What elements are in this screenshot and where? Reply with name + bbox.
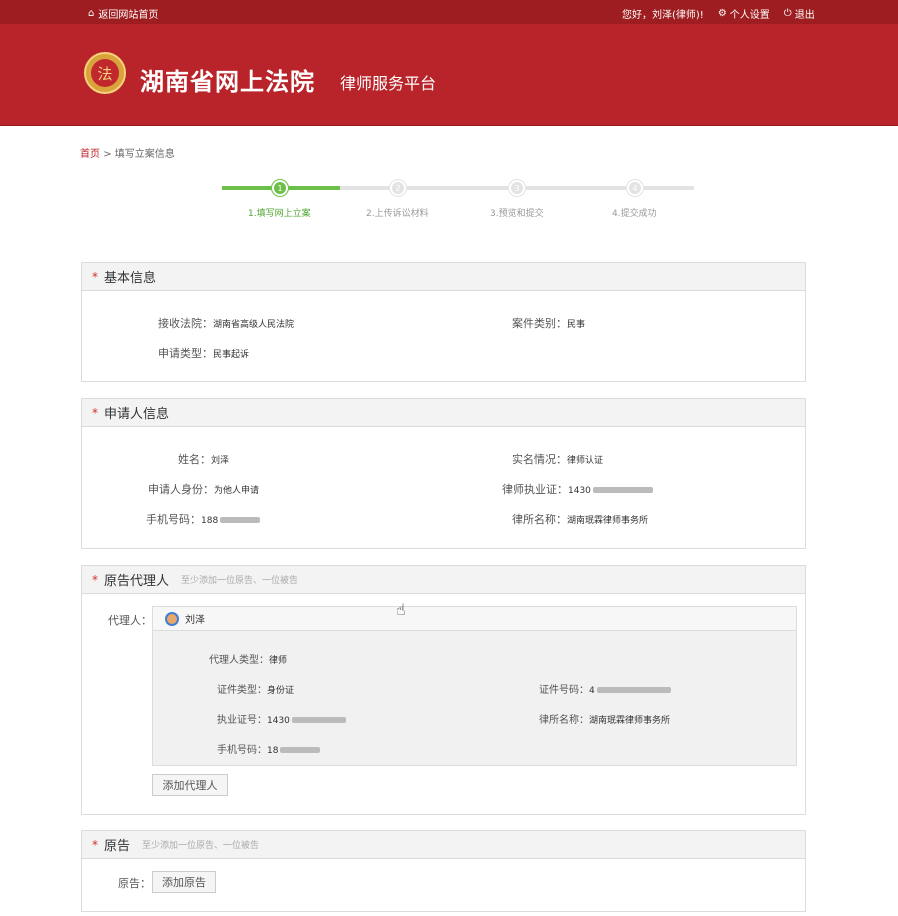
step-label-2: 2.上传诉讼材料 <box>366 209 429 219</box>
required-star: * <box>92 572 98 587</box>
agent-phone-field: 手机号码：18 <box>217 741 321 756</box>
step-label-1: 1.填写网上立案 <box>248 209 311 219</box>
progress-steps: 1 2 3 4 1.填写网上立案 2.上传诉讼材料 3.预览和提交 4.提交成功 <box>222 180 694 220</box>
step-dot-1: 1 <box>272 180 288 196</box>
step-dot-2: 2 <box>390 180 406 196</box>
required-star: * <box>92 405 98 420</box>
redacted-mark <box>280 747 321 753</box>
step-label-4: 4.提交成功 <box>612 209 657 219</box>
agent-type-field: 代理人类型：律师 <box>209 655 288 666</box>
logout-label: 退出 <box>794 10 815 21</box>
add-agent-button[interactable]: 添加代理人 <box>152 774 228 796</box>
license-field: 律师执业证：1430 <box>502 481 653 497</box>
home-icon: ⌂ <box>88 8 95 19</box>
home-link-label: 返回网站首页 <box>98 10 159 21</box>
panel-hint: 至少添加一位原告、一位被告 <box>142 841 260 851</box>
settings-label: 个人设置 <box>729 10 770 21</box>
top-bar: ⌂ 返回网站首页 您好，刘泽(律师)! ⚙ 个人设置 ⏻ 退出 <box>0 0 898 24</box>
court-field: 接收法院：湖南省高级人民法院 <box>158 317 295 330</box>
breadcrumb-current: 填写立案信息 <box>114 149 175 160</box>
power-icon: ⏻ <box>783 8 792 19</box>
redacted-mark <box>291 717 346 723</box>
hand-cursor-icon: ☝ <box>396 600 406 619</box>
apply-type-field: 申请类型：民事起诉 <box>158 347 250 360</box>
breadcrumb-separator: > <box>103 149 112 160</box>
add-plaintiff-button[interactable]: 添加原告 <box>152 871 216 893</box>
court-value: 湖南省高级人民法院 <box>213 320 295 330</box>
agent-card: 刘泽 代理人类型：律师 证件类型：身份证 证件号码：4 执业证号：1430 律所… <box>152 606 797 766</box>
step-dot-4: 4 <box>627 180 643 196</box>
agent-name: 刘泽 <box>185 615 205 626</box>
agent-label: 代理人： <box>108 614 152 627</box>
step-dot-3: 3 <box>509 180 525 196</box>
breadcrumb: 首页 > 填写立案信息 <box>80 145 175 160</box>
identity-value: 为他人申请 <box>214 486 260 496</box>
cert-no-field: 证件号码：4 <box>539 681 671 696</box>
category-field: 案件类别：民事 <box>512 317 586 330</box>
agent-panel: * 原告代理人 至少添加一位原告、一位被告 代理人： 刘泽 代理人类型：律师 证件类… <box>81 565 806 815</box>
phone-field: 手机号码：188 <box>146 511 261 527</box>
required-star: * <box>92 837 98 852</box>
breadcrumb-home-link[interactable]: 首页 <box>80 149 100 160</box>
step-label-3: 3.预览和提交 <box>490 209 544 219</box>
plaintiff-panel: * 原告 至少添加一位原告、一位被告 原告： 添加原告 <box>81 830 806 912</box>
agent-firm-field: 律所名称：湖南珉霖律师事务所 <box>539 715 671 726</box>
name-field: 姓名：刘泽 <box>178 453 230 466</box>
panel-hint: 至少添加一位原告、一位被告 <box>181 576 299 586</box>
cert-type-field: 证件类型：身份证 <box>217 685 295 696</box>
redacted-mark <box>596 687 671 693</box>
site-title: 湖南省网上法院 <box>140 68 315 96</box>
realname-field: 实名情况：律师认证 <box>512 453 604 466</box>
firm-field: 律所名称：湖南珉霖律师事务所 <box>512 513 649 526</box>
home-link[interactable]: ⌂ 返回网站首页 <box>88 6 158 21</box>
applicant-info-panel: * 申请人信息 姓名：刘泽 实名情况：律师认证 申请人身份：为他人申请 律师执业证… <box>81 398 806 549</box>
required-star: * <box>92 269 98 284</box>
license-value: 1430 <box>568 486 591 496</box>
name-value: 刘泽 <box>211 456 230 466</box>
category-value: 民事 <box>567 320 586 330</box>
greeting-text: 您好，刘泽(律师)! <box>622 10 704 21</box>
redacted-mark <box>220 517 261 523</box>
firm-value: 湖南珉霖律师事务所 <box>567 516 649 526</box>
plaintiff-label: 原告： <box>118 877 151 890</box>
apply-type-value: 民事起诉 <box>213 350 250 360</box>
site-header <box>0 24 898 126</box>
practice-field: 执业证号：1430 <box>217 711 346 726</box>
panel-title: 原告 <box>104 839 131 854</box>
realname-value: 律师认证 <box>567 456 604 466</box>
site-subtitle: 律师服务平台 <box>340 74 437 93</box>
logout-link[interactable]: ⏻ 退出 <box>784 6 815 21</box>
avatar-icon <box>165 611 179 626</box>
gear-icon: ⚙ <box>717 8 727 19</box>
agent-card-header[interactable]: 刘泽 <box>153 607 796 631</box>
phone-value: 188 <box>201 516 219 526</box>
identity-field: 申请人身份：为他人申请 <box>148 483 260 496</box>
panel-title: 基本信息 <box>104 271 157 286</box>
panel-title: 申请人信息 <box>104 407 170 422</box>
court-emblem-logo: 法 <box>84 52 126 94</box>
basic-info-panel: * 基本信息 接收法院：湖南省高级人民法院 案件类别：民事 申请类型：民事起诉 <box>81 262 806 382</box>
redacted-mark <box>592 487 653 493</box>
panel-title: 原告代理人 <box>104 574 170 589</box>
settings-link[interactable]: ⚙ 个人设置 <box>718 6 770 21</box>
